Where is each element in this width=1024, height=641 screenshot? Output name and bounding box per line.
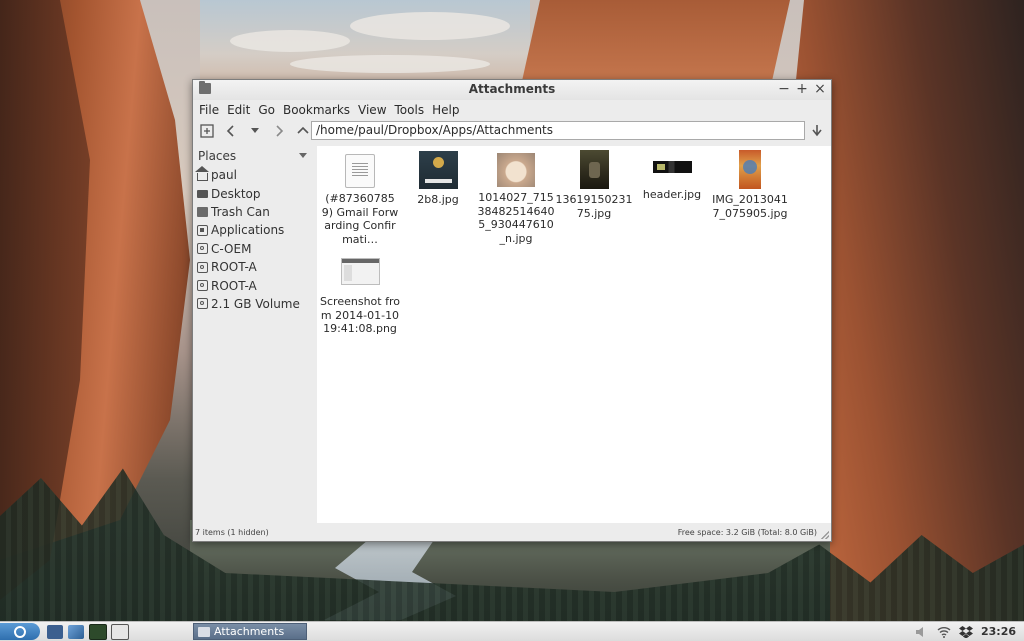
- file-manager-window: Attachments − + × File Edit Go Bookmarks…: [192, 79, 832, 542]
- sidebar-item-trash[interactable]: Trash Can: [193, 203, 315, 221]
- sidebar-item-root-a-2[interactable]: ROOT-A: [193, 276, 315, 294]
- forward-arrow-icon[interactable]: [269, 121, 289, 141]
- file-manager-icon: [68, 624, 84, 639]
- dropbox-icon[interactable]: [958, 625, 973, 638]
- up-arrow-icon[interactable]: [293, 121, 313, 141]
- places-title: Places: [198, 149, 237, 163]
- sidebar-item-c-oem[interactable]: C-OEM: [193, 240, 315, 258]
- sidebar-item-label: ROOT-A: [211, 260, 257, 275]
- image-thumbnail: [739, 150, 761, 189]
- sidebar-item-label: ROOT-A: [211, 278, 257, 293]
- sidebar-item-root-a[interactable]: ROOT-A: [193, 258, 315, 276]
- window-body: Places paul Desktop Trash Can Applicatio…: [193, 146, 831, 523]
- go-icon[interactable]: [807, 121, 827, 141]
- trash-icon: [197, 206, 208, 217]
- file-manager-launcher[interactable]: [67, 623, 85, 640]
- task-label: Attachments: [214, 625, 285, 638]
- task-attachments[interactable]: Attachments: [193, 623, 307, 640]
- sidebar-item-label: C-OEM: [211, 241, 252, 256]
- history-dropdown-icon[interactable]: [245, 121, 265, 141]
- sidebar-item-applications[interactable]: Applications: [193, 221, 315, 239]
- image-thumbnail: [497, 153, 535, 187]
- menu-file[interactable]: File: [195, 103, 223, 117]
- places-sidebar: Places paul Desktop Trash Can Applicatio…: [193, 146, 315, 523]
- image-thumbnail: [340, 258, 380, 285]
- show-desktop-button[interactable]: [46, 623, 64, 640]
- home-icon: [195, 165, 209, 181]
- file-view: (#873607859) Gmail Forwarding Confirmati…: [317, 146, 831, 523]
- window-titlebar[interactable]: Attachments − + ×: [193, 80, 831, 100]
- file-item[interactable]: (#873607859) Gmail Forwarding Confirmati…: [320, 154, 400, 246]
- terminal-launcher[interactable]: [89, 623, 107, 640]
- wallpaper-cliff-top: [520, 0, 790, 90]
- minimize-button[interactable]: −: [777, 81, 791, 97]
- file-item[interactable]: IMG_20130417_075905.jpg: [710, 150, 790, 220]
- drive-icon: [197, 280, 208, 292]
- drive-icon: [197, 261, 208, 273]
- document-icon: [345, 154, 375, 188]
- file-item[interactable]: header.jpg: [632, 150, 712, 202]
- menu-help[interactable]: Help: [428, 103, 463, 117]
- start-menu-icon: [14, 625, 26, 638]
- taskbar: Attachments 23:26: [0, 621, 1024, 641]
- sidebar-item-label: Desktop: [211, 186, 261, 201]
- file-name: header.jpg: [642, 188, 702, 201]
- file-name: 2b8.jpg: [417, 193, 459, 206]
- menu-bookmarks[interactable]: Bookmarks: [279, 103, 354, 117]
- window-title: Attachments: [468, 82, 556, 96]
- file-name: 1014027_715384825146405_930447610_n.jpg: [477, 191, 555, 245]
- maximize-button[interactable]: +: [795, 81, 809, 97]
- sidebar-item-label: Trash Can: [211, 204, 270, 219]
- toolbar: /home/paul/Dropbox/Apps/Attachments: [193, 119, 831, 143]
- wallpaper-sky: [200, 0, 530, 90]
- wifi-icon[interactable]: [937, 626, 951, 638]
- file-name: Screenshot from 2014-01-10 19:41:08.png: [320, 295, 400, 335]
- back-arrow-icon[interactable]: [221, 121, 241, 141]
- file-name: 1361915023175.jpg: [555, 193, 633, 220]
- image-thumbnail: [652, 161, 692, 173]
- file-item[interactable]: 1361915023175.jpg: [554, 150, 634, 220]
- sidebar-item-volume[interactable]: 2.1 GB Volume: [193, 295, 315, 313]
- sidebar-item-label: 2.1 GB Volume: [211, 296, 300, 311]
- places-header[interactable]: Places: [193, 146, 315, 166]
- applications-icon: [197, 224, 208, 236]
- file-item[interactable]: 1014027_715384825146405_930447610_n.jpg: [476, 153, 556, 245]
- sidebar-item-label: Applications: [211, 223, 285, 238]
- file-item[interactable]: 2b8.jpg: [398, 151, 478, 207]
- drive-icon: [197, 243, 208, 255]
- sidebar-item-paul[interactable]: paul: [193, 165, 315, 184]
- drive-icon: [197, 298, 208, 310]
- status-bar: 7 items (1 hidden) Free space: 3.2 GiB (…: [193, 523, 831, 541]
- resize-grip-icon[interactable]: [821, 531, 829, 539]
- terminal-icon: [89, 623, 107, 640]
- image-thumbnail: [418, 151, 458, 189]
- menu-edit[interactable]: Edit: [223, 103, 254, 117]
- window-switcher-icon: [111, 623, 129, 640]
- desktop-icon: [197, 189, 208, 198]
- file-name: IMG_20130417_075905.jpg: [712, 193, 788, 220]
- file-item[interactable]: Screenshot from 2014-01-10 19:41:08.png: [320, 256, 400, 336]
- chevron-down-icon[interactable]: [299, 153, 307, 159]
- window-switcher-button[interactable]: [111, 623, 129, 640]
- menu-go[interactable]: Go: [254, 103, 279, 117]
- file-name: (#873607859) Gmail Forwarding Confirmati…: [321, 192, 399, 246]
- menu-view[interactable]: View: [354, 103, 390, 117]
- close-button[interactable]: ×: [813, 81, 827, 97]
- sidebar-item-desktop[interactable]: Desktop: [193, 184, 315, 202]
- folder-icon: [198, 626, 210, 637]
- new-tab-icon[interactable]: [197, 121, 217, 141]
- volume-icon[interactable]: [915, 626, 929, 638]
- item-count: 7 items (1 hidden): [195, 528, 269, 537]
- image-thumbnail: [579, 150, 609, 189]
- sidebar-item-label: paul: [211, 168, 237, 183]
- window-controls: − + ×: [777, 81, 827, 97]
- show-desktop-icon: [47, 624, 63, 639]
- system-tray: 23:26: [915, 623, 1024, 640]
- start-menu-button[interactable]: [0, 623, 40, 640]
- menu-bar: File Edit Go Bookmarks View Tools Help: [193, 100, 831, 119]
- path-input[interactable]: /home/paul/Dropbox/Apps/Attachments: [311, 121, 805, 140]
- free-space: Free space: 3.2 GiB (Total: 8.0 GiB): [677, 528, 817, 537]
- menu-tools[interactable]: Tools: [391, 103, 429, 117]
- clock[interactable]: 23:26: [981, 625, 1016, 638]
